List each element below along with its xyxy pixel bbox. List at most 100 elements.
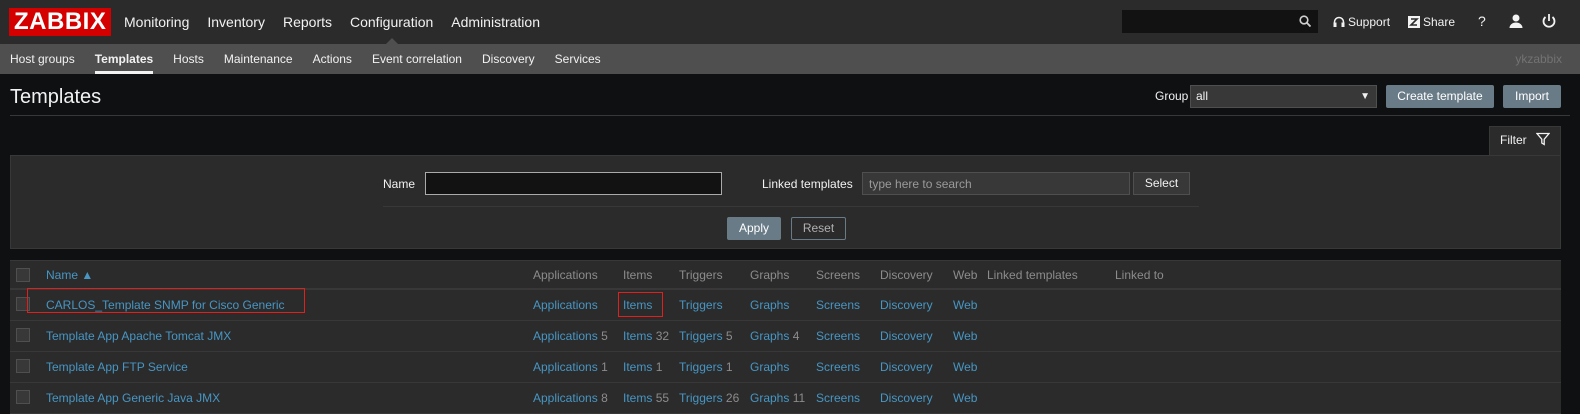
web-link[interactable]: Web	[953, 290, 977, 320]
menu-monitoring[interactable]: Monitoring	[115, 0, 198, 44]
reset-button[interactable]: Reset	[791, 217, 846, 240]
applications-count: 1	[601, 360, 608, 374]
filter-linked-templates-input[interactable]	[862, 172, 1130, 195]
column-triggers-header: Triggers	[679, 268, 723, 282]
select-all-checkbox[interactable]	[16, 268, 30, 282]
screens-link[interactable]: Screens	[816, 383, 860, 413]
discovery-link[interactable]: Discovery	[880, 290, 933, 320]
filter-name-input[interactable]	[425, 172, 722, 195]
apply-button[interactable]: Apply	[727, 217, 781, 240]
column-graphs-header: Graphs	[750, 268, 790, 282]
group-select[interactable]: all ▼	[1190, 85, 1377, 108]
template-name-link[interactable]: CARLOS_Template SNMP for Cisco Generic	[46, 290, 285, 320]
filter-panel: Name Linked templates Select Apply Reset	[10, 155, 1561, 249]
items-count: 32	[655, 329, 670, 343]
group-label: Group	[1155, 89, 1189, 103]
global-search-input[interactable]	[1122, 10, 1292, 33]
template-name-link[interactable]: Template App Generic Java JMX	[46, 383, 220, 413]
discovery-link[interactable]: Discovery	[880, 321, 933, 351]
zabbix-logo[interactable]: ZABBIX	[9, 8, 112, 36]
row-checkbox[interactable]	[16, 390, 30, 404]
submenu-templates[interactable]: Templates	[85, 44, 163, 74]
triggers-link[interactable]: Triggers	[679, 329, 723, 343]
triggers-count: 26	[725, 391, 740, 405]
share-link[interactable]: Share	[1408, 15, 1455, 29]
triggers-link[interactable]: Triggers	[679, 360, 723, 374]
triggers-link[interactable]: Triggers	[679, 298, 723, 312]
graphs-link[interactable]: Graphs	[750, 360, 789, 374]
row-checkbox[interactable]	[16, 297, 30, 311]
submenu-services[interactable]: Services	[545, 44, 611, 74]
column-name-header[interactable]: Name ▲	[46, 261, 93, 289]
items-link[interactable]: Items	[623, 391, 652, 405]
templates-table: Name ▲ Applications Items Triggers Graph…	[10, 260, 1561, 414]
applications-link[interactable]: Applications	[533, 391, 598, 405]
discovery-link[interactable]: Discovery	[880, 352, 933, 382]
graphs-link[interactable]: Graphs	[750, 391, 789, 405]
select-linked-templates-button[interactable]: Select	[1133, 172, 1190, 195]
template-name-link[interactable]: Template App Apache Tomcat JMX	[46, 321, 231, 351]
discovery-link[interactable]: Discovery	[880, 383, 933, 413]
headset-icon	[1333, 16, 1345, 27]
items-link[interactable]: Items	[623, 329, 652, 343]
web-link[interactable]: Web	[953, 321, 977, 351]
support-link[interactable]: Support	[1333, 15, 1390, 29]
triggers-count: 1	[725, 360, 733, 374]
applications-link[interactable]: Applications	[533, 298, 598, 312]
submenu-maintenance[interactable]: Maintenance	[214, 44, 303, 74]
support-label: Support	[1348, 15, 1391, 29]
items-count: 55	[655, 391, 670, 405]
submenu-hosts[interactable]: Hosts	[163, 44, 214, 74]
filter-divider	[383, 206, 1199, 207]
header-divider	[10, 115, 1570, 116]
graphs-count: 11	[792, 391, 806, 405]
items-link[interactable]: Items	[623, 360, 652, 374]
menu-configuration[interactable]: Configuration	[341, 0, 442, 45]
menu-reports[interactable]: Reports	[274, 0, 341, 44]
submenu-host-groups[interactable]: Host groups	[0, 44, 85, 74]
share-icon	[1408, 16, 1420, 28]
import-button[interactable]: Import	[1503, 85, 1561, 108]
table-row: Template App Apache Tomcat JMX Applicati…	[10, 321, 1561, 352]
create-template-button[interactable]: Create template	[1386, 85, 1494, 108]
applications-count: 5	[601, 329, 608, 343]
template-name-link[interactable]: Template App FTP Service	[46, 352, 188, 382]
filter-tab[interactable]: Filter	[1489, 126, 1561, 156]
table-row: Template App FTP Service Applications 1 …	[10, 352, 1561, 383]
submenu-event-correlation[interactable]: Event correlation	[362, 44, 472, 74]
applications-link[interactable]: Applications	[533, 360, 598, 374]
submenu-actions[interactable]: Actions	[303, 44, 362, 74]
graphs-count: 4	[792, 329, 800, 343]
web-link[interactable]: Web	[953, 352, 977, 382]
row-checkbox[interactable]	[16, 359, 30, 373]
help-icon[interactable]: ?	[1478, 13, 1486, 29]
triggers-link[interactable]: Triggers	[679, 391, 723, 405]
table-row: CARLOS_Template SNMP for Cisco Generic A…	[10, 288, 1561, 321]
web-link[interactable]: Web	[953, 383, 977, 413]
column-discovery-header: Discovery	[880, 268, 933, 282]
column-linked-templates-header: Linked templates	[987, 268, 1078, 282]
applications-count: 8	[601, 391, 608, 405]
search-icon[interactable]	[1299, 15, 1311, 27]
top-navigation-bar: ZABBIX Monitoring Inventory Reports Conf…	[0, 0, 1580, 45]
screens-link[interactable]: Screens	[816, 290, 860, 320]
column-applications-header: Applications	[533, 268, 598, 282]
graphs-link[interactable]: Graphs	[750, 298, 789, 312]
share-label: Share	[1423, 15, 1456, 29]
applications-link[interactable]: Applications	[533, 329, 598, 343]
graphs-link[interactable]: Graphs	[750, 329, 789, 343]
sign-out-icon[interactable]	[1541, 13, 1557, 29]
items-link[interactable]: Items	[623, 298, 652, 312]
menu-inventory[interactable]: Inventory	[198, 0, 274, 44]
items-count: 1	[655, 360, 663, 374]
screens-link[interactable]: Screens	[816, 352, 860, 382]
page-title: Templates	[10, 86, 102, 108]
dropdown-arrow-icon: ▼	[1360, 91, 1370, 102]
menu-administration[interactable]: Administration	[442, 0, 549, 44]
row-checkbox[interactable]	[16, 328, 30, 342]
submenu-discovery[interactable]: Discovery	[472, 44, 545, 74]
screens-link[interactable]: Screens	[816, 321, 860, 351]
user-profile-icon[interactable]	[1508, 13, 1524, 29]
filter-name-label: Name	[383, 177, 416, 191]
main-menu: Monitoring Inventory Reports Configurati…	[115, 0, 549, 45]
